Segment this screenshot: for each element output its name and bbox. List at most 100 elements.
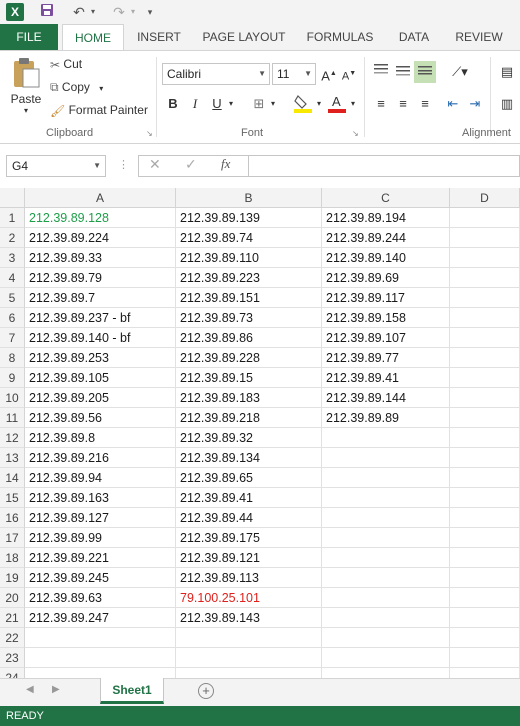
clipboard-launcher-icon[interactable]: ↘: [146, 129, 153, 138]
row-header[interactable]: 23: [0, 648, 25, 668]
redo-icon[interactable]: ↷: [108, 3, 130, 21]
cell-c[interactable]: [322, 428, 450, 448]
cell-a[interactable]: [25, 668, 176, 678]
cell-a[interactable]: 212.39.89.127: [25, 508, 176, 528]
underline-button[interactable]: U: [208, 95, 226, 113]
cell-d[interactable]: [450, 568, 520, 588]
row-header[interactable]: 9: [0, 368, 25, 388]
cell-b[interactable]: 212.39.89.110: [176, 248, 322, 268]
cell-c[interactable]: 212.39.89.144: [322, 388, 450, 408]
cell-b[interactable]: 212.39.89.65: [176, 468, 322, 488]
cell-d[interactable]: [450, 668, 520, 678]
increase-font-icon[interactable]: A▲: [320, 65, 338, 83]
cell-d[interactable]: [450, 348, 520, 368]
tab-file[interactable]: FILE: [0, 24, 58, 50]
row-header[interactable]: 1: [0, 208, 25, 228]
cell-a[interactable]: 212.39.89.56: [25, 408, 176, 428]
cell-d[interactable]: [450, 508, 520, 528]
bold-button[interactable]: B: [164, 95, 182, 113]
tab-review[interactable]: REVIEW: [448, 24, 510, 50]
scroll-left-icon[interactable]: ◀: [26, 684, 34, 695]
row-header[interactable]: 21: [0, 608, 25, 628]
cell-b[interactable]: 212.39.89.121: [176, 548, 322, 568]
cell-d[interactable]: [450, 588, 520, 608]
cell-c[interactable]: [322, 568, 450, 588]
cell-a[interactable]: 212.39.89.63: [25, 588, 176, 608]
cell-d[interactable]: [450, 368, 520, 388]
row-header[interactable]: 17: [0, 528, 25, 548]
borders-dropdown-icon[interactable]: ▾: [268, 95, 278, 113]
insert-function-icon[interactable]: fx: [221, 156, 230, 172]
italic-button[interactable]: I: [186, 95, 204, 113]
cell-a[interactable]: 212.39.89.79: [25, 268, 176, 288]
row-header[interactable]: 8: [0, 348, 25, 368]
font-launcher-icon[interactable]: ↘: [352, 129, 359, 138]
sheet-tab-sheet1[interactable]: Sheet1: [100, 678, 164, 704]
row-header[interactable]: 16: [0, 508, 25, 528]
font-color-dropdown-icon[interactable]: ▾: [348, 95, 358, 113]
cell-a[interactable]: 212.39.89.224: [25, 228, 176, 248]
cell-b[interactable]: 212.39.89.41: [176, 488, 322, 508]
row-header[interactable]: 22: [0, 628, 25, 648]
align-center-icon[interactable]: ≡: [394, 95, 412, 113]
row-header[interactable]: 7: [0, 328, 25, 348]
cell-d[interactable]: [450, 268, 520, 288]
tab-formulas[interactable]: FORMULAS: [302, 24, 378, 50]
cell-a[interactable]: 212.39.89.216: [25, 448, 176, 468]
row-header[interactable]: 18: [0, 548, 25, 568]
cell-b[interactable]: 212.39.89.228: [176, 348, 322, 368]
cell-d[interactable]: [450, 528, 520, 548]
cell-c[interactable]: 212.39.89.244: [322, 228, 450, 248]
save-icon[interactable]: [38, 3, 56, 21]
cancel-icon[interactable]: ✕: [149, 156, 161, 173]
cell-a[interactable]: 212.39.89.163: [25, 488, 176, 508]
row-header[interactable]: 2: [0, 228, 25, 248]
undo-icon[interactable]: ↶: [68, 3, 90, 21]
select-all-corner[interactable]: [0, 188, 25, 208]
cell-d[interactable]: [450, 308, 520, 328]
cell-d[interactable]: [450, 428, 520, 448]
cell-b[interactable]: 212.39.89.143: [176, 608, 322, 628]
redo-dropdown-icon[interactable]: ▾: [128, 3, 138, 21]
decrease-indent-icon[interactable]: ⇤: [444, 95, 462, 113]
cell-a[interactable]: 212.39.89.245: [25, 568, 176, 588]
row-header[interactable]: 10: [0, 388, 25, 408]
cell-d[interactable]: [450, 608, 520, 628]
row-header[interactable]: 11: [0, 408, 25, 428]
cell-a[interactable]: 212.39.89.33: [25, 248, 176, 268]
decrease-font-icon[interactable]: A▼: [340, 65, 358, 83]
cell-b[interactable]: 212.39.89.183: [176, 388, 322, 408]
cell-b[interactable]: 212.39.89.223: [176, 268, 322, 288]
cell-c[interactable]: 212.39.89.158: [322, 308, 450, 328]
customize-toolbar-icon[interactable]: ▾: [144, 3, 156, 21]
cell-c[interactable]: 212.39.89.140: [322, 248, 450, 268]
cell-c[interactable]: [322, 548, 450, 568]
paste-dropdown-icon[interactable]: ▾: [8, 106, 44, 115]
align-left-icon[interactable]: ≡: [372, 95, 390, 113]
cell-d[interactable]: [450, 328, 520, 348]
cell-b[interactable]: [176, 668, 322, 678]
cell-b[interactable]: 79.100.25.101: [176, 588, 322, 608]
add-sheet-icon[interactable]: +: [198, 683, 214, 699]
tab-insert[interactable]: INSERT: [132, 24, 186, 50]
cell-b[interactable]: 212.39.89.218: [176, 408, 322, 428]
cell-c[interactable]: 212.39.89.194: [322, 208, 450, 228]
cell-c[interactable]: 212.39.89.69: [322, 268, 450, 288]
row-header[interactable]: 6: [0, 308, 25, 328]
cell-a[interactable]: 212.39.89.105: [25, 368, 176, 388]
cell-c[interactable]: [322, 608, 450, 628]
cell-b[interactable]: 212.39.89.86: [176, 328, 322, 348]
row-header[interactable]: 3: [0, 248, 25, 268]
cell-c[interactable]: [322, 488, 450, 508]
increase-indent-icon[interactable]: ⇥: [466, 95, 484, 113]
cell-a[interactable]: 212.39.89.7: [25, 288, 176, 308]
column-header-c[interactable]: C: [322, 188, 450, 208]
cell-b[interactable]: [176, 628, 322, 648]
font-name-select[interactable]: Calibri ▼: [162, 63, 270, 85]
cell-d[interactable]: [450, 408, 520, 428]
wrap-text-icon[interactable]: ▤: [498, 63, 516, 81]
cell-d[interactable]: [450, 288, 520, 308]
cell-d[interactable]: [450, 628, 520, 648]
undo-dropdown-icon[interactable]: ▾: [88, 3, 98, 21]
paste-button[interactable]: Paste ▾: [8, 57, 44, 121]
